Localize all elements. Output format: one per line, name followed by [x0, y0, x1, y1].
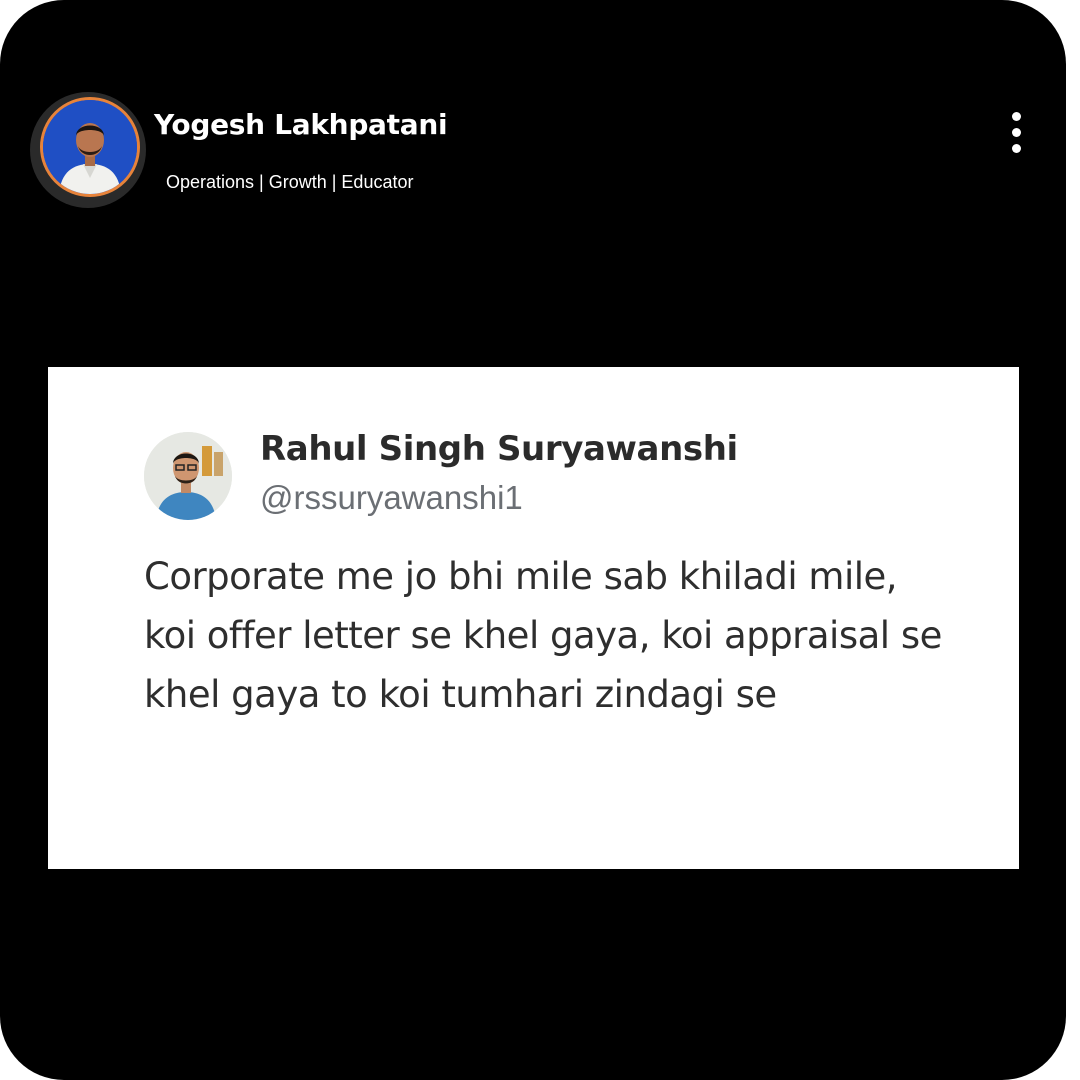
tweet-text: Corporate me jo bhi mile sab khiladi mil…: [144, 555, 942, 716]
tweet-author-avatar: [144, 432, 232, 520]
person-avatar-icon: [144, 432, 232, 520]
more-vertical-icon: [1012, 112, 1021, 121]
author-name[interactable]: Yogesh Lakhpatani: [154, 108, 448, 141]
tweet-author-handle: @rssuryawanshi1: [260, 479, 523, 516]
post-card: Yogesh Lakhpatani Operations | Growth | …: [0, 0, 1066, 1080]
author-avatar[interactable]: [40, 97, 140, 197]
person-avatar-icon: [43, 100, 137, 194]
tweet-author-name: Rahul Singh Suryawanshi: [260, 429, 738, 469]
more-options-button[interactable]: [1000, 108, 1034, 158]
tweet-screenshot: Rahul Singh Suryawanshi @rssuryawanshi1 …: [48, 367, 1019, 869]
author-tagline: Operations | Growth | Educator: [166, 172, 414, 192]
